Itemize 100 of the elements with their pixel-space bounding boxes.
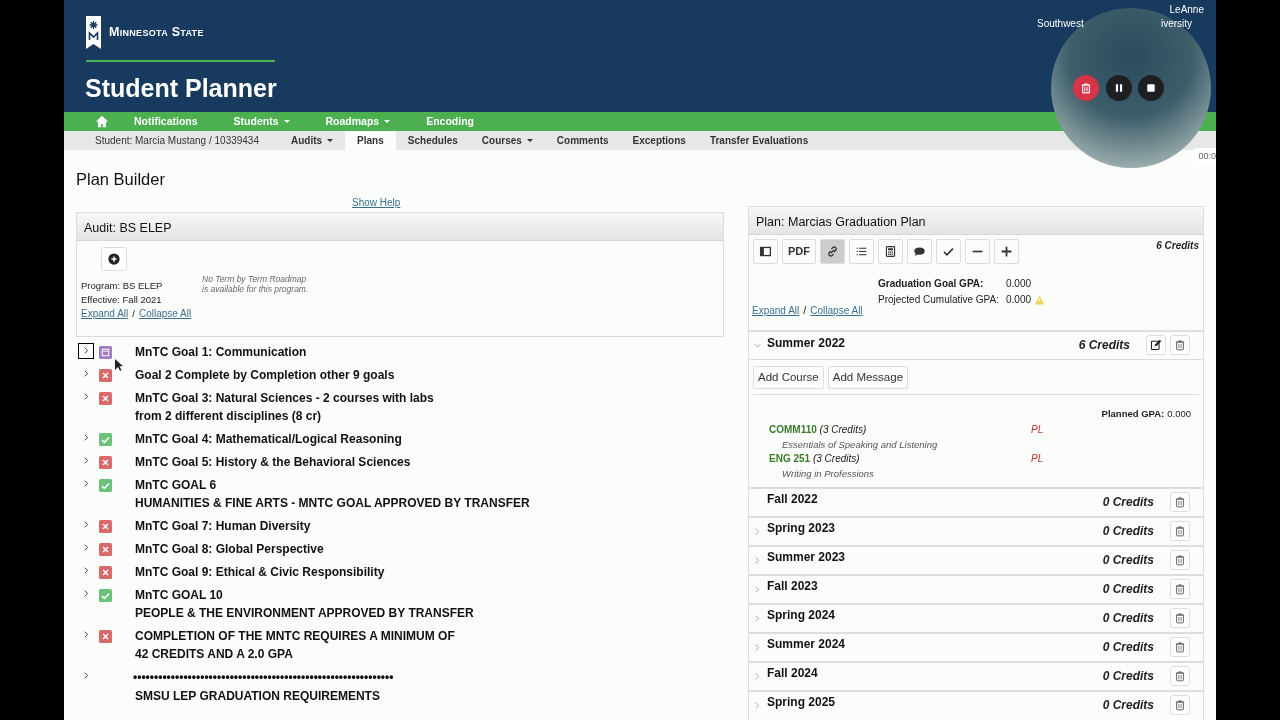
term-name: Summer 2023 — [767, 549, 846, 566]
term-credits: 0 Credits — [1102, 494, 1154, 511]
requirement-text: MnTC GOAL 6 — [135, 476, 218, 494]
pdf-button[interactable]: PDF — [782, 238, 816, 264]
pause-button[interactable] — [1106, 75, 1132, 101]
delete-button[interactable] — [1170, 550, 1190, 570]
gpa-value: 0.000 — [1006, 292, 1032, 307]
plus-button[interactable] — [994, 238, 1019, 264]
app-title: Student Planner — [85, 73, 277, 104]
roadmap-note: No Term by Term Roadmap — [202, 273, 308, 284]
stop-icon — [1146, 83, 1156, 93]
trash-icon — [1174, 554, 1186, 566]
page-title: Plan Builder — [76, 170, 165, 188]
delete-button[interactable] — [1170, 521, 1190, 541]
term-credits: 6 Credits — [1078, 337, 1130, 354]
table-button[interactable] — [753, 238, 778, 264]
nav-tab[interactable]: Audits — [279, 131, 346, 150]
term-name: Summer 2022 — [767, 335, 846, 352]
brand-name: Minnesota State — [109, 24, 204, 42]
course-code[interactable]: COMM110 — [769, 424, 817, 435]
course-title: Writing in Professions — [781, 467, 875, 481]
logo-icon — [86, 16, 101, 49]
edit-icon — [1150, 339, 1162, 351]
nav-tab[interactable]: Plans — [345, 131, 396, 150]
trash-icon — [1174, 583, 1186, 595]
nav-tab[interactable]: Courses — [469, 131, 545, 150]
term-credits: 0 Credits — [1102, 610, 1154, 627]
x-mark-icon — [99, 520, 112, 534]
trash-icon — [1174, 641, 1186, 653]
separator-text: / — [802, 303, 808, 316]
add-button[interactable] — [101, 246, 127, 271]
term-name: Summer 2024 — [767, 636, 846, 653]
requirement-text: MnTC Goal 8: Global Perspective — [135, 540, 324, 558]
expand-all-link[interactable]: Expand All — [81, 307, 129, 319]
calculator-icon — [884, 244, 897, 258]
collapse-all-link[interactable]: Collapse All — [138, 307, 192, 319]
list-button[interactable] — [849, 238, 874, 264]
course-code[interactable]: ENG 251 — [769, 453, 811, 464]
term-name: Spring 2023 — [767, 520, 836, 537]
checkmark-icon — [99, 433, 112, 447]
link-button[interactable] — [820, 238, 845, 264]
term-credits: 0 Credits — [1102, 523, 1154, 540]
term-name: Fall 2024 — [767, 665, 818, 682]
requirement-text: MnTC Goal 7: Human Diversity — [135, 517, 311, 535]
delete-button[interactable] — [1073, 75, 1099, 101]
add-message-button[interactable]: Add Message — [827, 365, 909, 389]
add-course-button[interactable]: Add Course — [753, 365, 824, 389]
term-name: Fall 2022 — [767, 491, 818, 508]
x-mark-icon — [99, 392, 112, 406]
help-link[interactable]: Show Help — [352, 197, 401, 208]
link-icon — [826, 244, 839, 258]
trash-icon — [1174, 525, 1186, 537]
x-mark-icon — [99, 456, 112, 470]
trash-icon — [1174, 339, 1186, 351]
trash-icon — [1080, 82, 1092, 94]
delete-button[interactable] — [1170, 608, 1190, 628]
user-name[interactable]: LeAnne — [1169, 4, 1204, 15]
edit-button[interactable] — [1146, 335, 1166, 355]
course-grade: PL — [1031, 423, 1044, 437]
program-text: Program: BS ELEP — [81, 278, 164, 293]
requirement-text: COMPLETION OF THE MNTC REQUIRES A MINIMUM OF — [135, 627, 455, 645]
tick-button[interactable] — [936, 238, 961, 264]
term-credits: 0 Credits — [1102, 697, 1154, 714]
nav-tab[interactable]: Comments — [544, 131, 621, 150]
cursor-icon — [115, 359, 123, 371]
planned-gpa-label: Planned GPA: — [1101, 406, 1165, 421]
institution-name: Southwest — [1037, 17, 1084, 31]
collapse-all-link[interactable]: Collapse All — [810, 304, 863, 316]
expand-chevron[interactable] — [79, 343, 93, 358]
delete-button[interactable] — [1170, 666, 1190, 686]
home-icon[interactable] — [95, 115, 109, 128]
nav-tab[interactable]: Transfer Evaluations — [697, 131, 821, 150]
calendar-icon — [99, 346, 112, 360]
course-title: Essentials of Speaking and Listening — [781, 438, 939, 452]
term-credits: 0 Credits — [1102, 581, 1154, 598]
delete-button[interactable] — [1170, 492, 1190, 512]
term-credits: 0 Credits — [1102, 639, 1154, 656]
checkmark-icon — [99, 479, 112, 493]
timer-text: 00:0 — [1193, 148, 1216, 166]
x-mark-icon — [99, 543, 112, 557]
course-grade: PL — [1031, 452, 1044, 466]
requirement-text: MnTC Goal 3: Natural Sciences - 2 courses with labs — [135, 389, 434, 407]
requirement-text: MnTC Goal 1: Communication — [135, 343, 307, 361]
expand-all-link[interactable]: Expand All — [752, 304, 800, 316]
stop-button[interactable] — [1138, 75, 1164, 101]
calculator-button[interactable] — [878, 238, 903, 264]
comment-button[interactable] — [907, 238, 932, 264]
delete-button[interactable] — [1170, 695, 1190, 715]
delete-button[interactable] — [1170, 335, 1190, 355]
student-label: Student: Marcia Mustang / 10339434 — [95, 134, 259, 148]
nav-tab[interactable]: Schedules — [395, 131, 470, 150]
requirement-text: MnTC Goal 5: History & the Behavioral Sciences — [135, 453, 411, 471]
delete-button[interactable] — [1170, 579, 1190, 599]
panel-header: Plan: Marcias Graduation Plan — [749, 206, 1203, 235]
term-credits: 0 Credits — [1102, 552, 1154, 569]
trash-icon — [1174, 670, 1186, 682]
delete-button[interactable] — [1170, 637, 1190, 657]
term-name: Fall 2023 — [767, 578, 818, 595]
nav-tab[interactable]: Exceptions — [620, 131, 698, 150]
term-name: Spring 2024 — [767, 607, 836, 624]
